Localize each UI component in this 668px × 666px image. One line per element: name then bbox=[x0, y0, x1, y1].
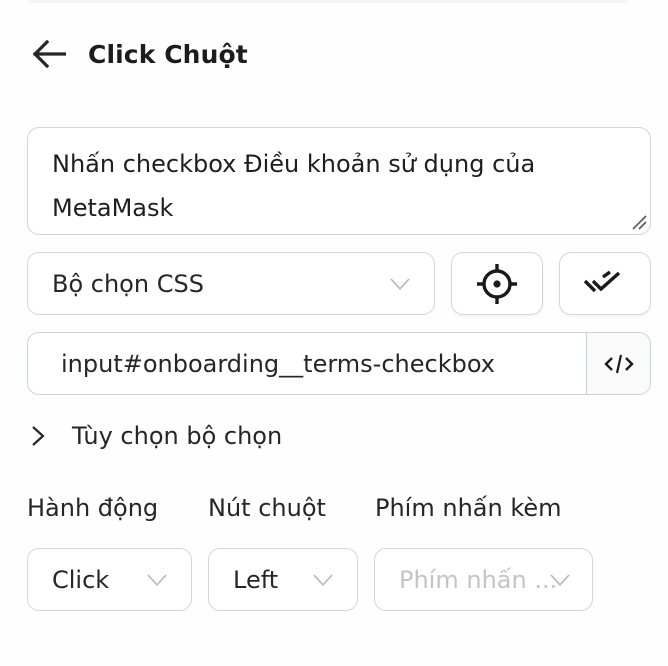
css-selector-field bbox=[27, 332, 651, 395]
mouse-button-value: Left bbox=[233, 565, 279, 594]
action-dropdown[interactable]: Click bbox=[27, 548, 192, 611]
description-textarea[interactable]: Nhấn checkbox Điều khoản sử dụng của Met… bbox=[27, 127, 651, 235]
selector-options-toggle[interactable]: Tùy chọn bộ chọn bbox=[30, 418, 282, 454]
resize-handle-icon[interactable] bbox=[630, 213, 648, 231]
modifier-key-placeholder: Phím nhấn ... bbox=[399, 565, 558, 594]
chevron-right-icon bbox=[32, 426, 45, 446]
action-value: Click bbox=[52, 565, 110, 594]
chevron-down-icon bbox=[550, 574, 570, 586]
mouse-button-dropdown[interactable]: Left bbox=[208, 548, 358, 611]
pick-element-button[interactable] bbox=[451, 252, 543, 315]
selector-type-dropdown[interactable]: Bộ chọn CSS bbox=[27, 252, 435, 315]
action-label: Hành động bbox=[27, 494, 159, 522]
verify-selector-button[interactable] bbox=[559, 252, 651, 315]
back-button[interactable] bbox=[30, 35, 68, 73]
mouse-button-label: Nút chuột bbox=[208, 494, 326, 522]
chevron-down-icon bbox=[147, 574, 167, 586]
chevron-down-icon bbox=[390, 278, 410, 290]
page-title: Click Chuột bbox=[88, 39, 248, 69]
code-icon bbox=[603, 354, 634, 373]
chevron-down-icon bbox=[313, 574, 333, 586]
top-divider bbox=[28, 0, 628, 3]
modifier-key-dropdown[interactable]: Phím nhấn ... bbox=[374, 548, 593, 611]
modifier-key-label: Phím nhấn kèm bbox=[375, 494, 562, 522]
arrow-left-icon bbox=[32, 39, 66, 69]
selector-options-label: Tùy chọn bộ chọn bbox=[72, 422, 283, 450]
crosshair-icon bbox=[477, 263, 517, 304]
code-view-button[interactable] bbox=[586, 333, 650, 394]
css-selector-input[interactable] bbox=[28, 333, 586, 394]
selector-type-value: Bộ chọn CSS bbox=[52, 269, 204, 298]
panel-header: Click Chuột bbox=[32, 34, 248, 74]
click-action-panel: Click Chuột Nhấn checkbox Điều khoản sử … bbox=[0, 0, 668, 666]
double-check-icon bbox=[583, 270, 621, 292]
